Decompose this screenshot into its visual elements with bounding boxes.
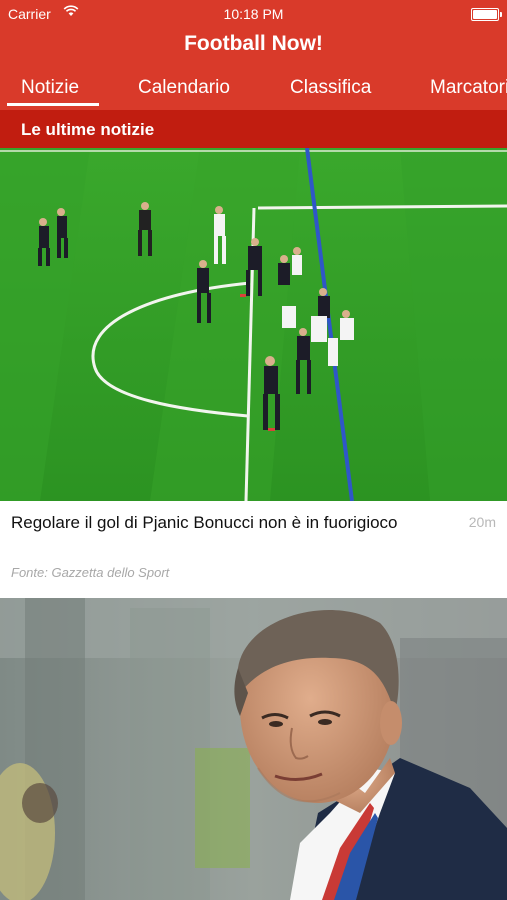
news-image-coach-portrait[interactable]: [0, 598, 507, 900]
portrait-illustration: [0, 598, 507, 900]
tab-bar: Notizie Calendario Classifica Marcatori: [0, 72, 507, 110]
section-header: Le ultime notizie: [0, 110, 507, 148]
news-card[interactable]: Regolare il gol di Pjanic Bonucci non è …: [0, 501, 507, 598]
news-source: Fonte: Gazzetta dello Sport: [11, 565, 170, 580]
news-headline[interactable]: Regolare il gol di Pjanic Bonucci non è …: [11, 511, 431, 534]
battery-icon: [471, 8, 502, 21]
app-title: Football Now!: [184, 32, 323, 55]
section-title: Le ultime notizie: [21, 120, 155, 139]
tab-notizie[interactable]: Notizie: [21, 77, 79, 99]
status-bar: Carrier 10:18 PM: [0, 0, 507, 26]
tab-marcatori[interactable]: Marcatori: [430, 77, 507, 99]
app-header: Carrier 10:18 PM Football Now! Notizie C…: [0, 0, 507, 110]
news-time-ago: 20m: [468, 514, 496, 530]
tab-calendario[interactable]: Calendario: [138, 77, 230, 99]
news-image-football-pitch[interactable]: [0, 148, 507, 501]
pitch-illustration: [0, 148, 507, 501]
clock: 10:18 PM: [223, 6, 284, 22]
selected-tab-indicator: [7, 103, 99, 106]
tab-classifica[interactable]: Classifica: [290, 77, 371, 99]
